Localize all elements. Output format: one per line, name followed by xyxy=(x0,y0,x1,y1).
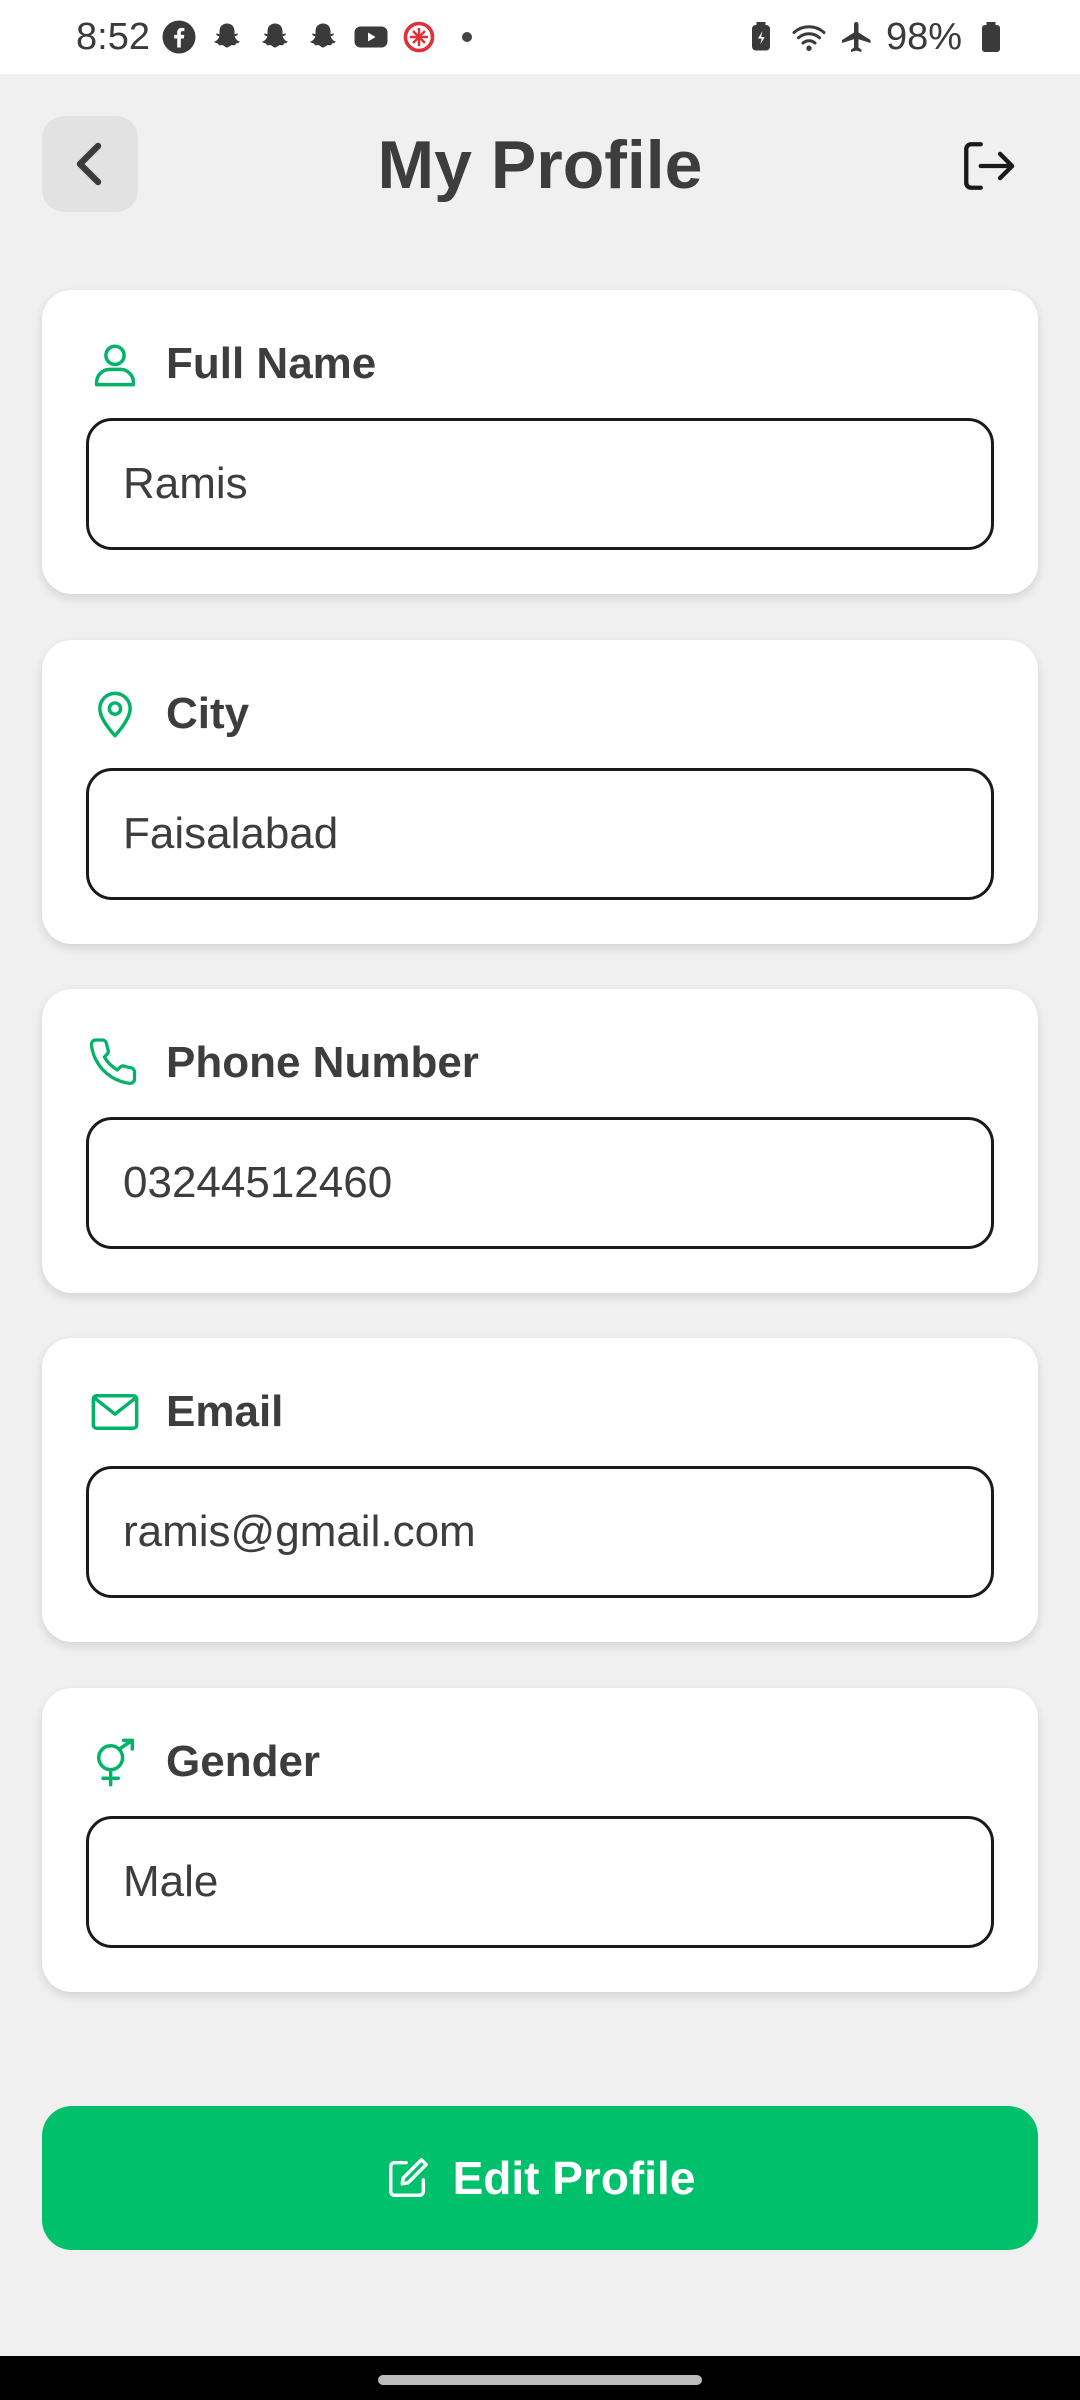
wifi-icon xyxy=(790,18,828,56)
edit-profile-button[interactable]: Edit Profile xyxy=(42,2106,1038,2250)
person-icon xyxy=(88,337,142,391)
gender-field[interactable]: Male xyxy=(86,1816,994,1948)
facebook-icon xyxy=(160,18,198,56)
phone-card: Phone Number 03244512460 xyxy=(42,989,1038,1293)
status-time: 8:52 xyxy=(76,15,150,58)
city-label: City xyxy=(166,689,250,738)
city-field[interactable]: Faisalabad xyxy=(86,768,994,900)
edit-icon xyxy=(388,2158,428,2197)
snapchat-icon xyxy=(256,18,294,56)
battery-percent: 98% xyxy=(885,15,962,58)
header: My Profile xyxy=(42,116,1038,214)
battery-icon xyxy=(972,18,1010,56)
gender-label: Gender xyxy=(166,1737,321,1786)
phone-field[interactable]: 03244512460 xyxy=(86,1117,994,1249)
phone-label: Phone Number xyxy=(166,1038,479,1087)
navigation-bar xyxy=(0,2356,1080,2400)
city-label-row: City xyxy=(88,684,249,744)
app-icon xyxy=(400,18,438,56)
snapchat-icon xyxy=(304,18,342,56)
status-right: 98% xyxy=(742,16,1010,59)
logout-icon xyxy=(964,142,1015,190)
phone-icon xyxy=(88,1036,142,1090)
home-handle[interactable] xyxy=(378,2375,702,2385)
youtube-icon xyxy=(352,18,390,56)
phone-label-row: Phone Number xyxy=(88,1033,479,1093)
snapchat-icon xyxy=(208,18,246,56)
email-label: Email xyxy=(166,1387,284,1436)
full-name-label-row: Full Name xyxy=(88,334,376,394)
full-name-field[interactable]: Ramis xyxy=(86,418,994,550)
gender-card: Gender Male xyxy=(42,1688,1038,1992)
email-card: Email ramis@gmail.com xyxy=(42,1338,1038,1642)
city-card: City Faisalabad xyxy=(42,640,1038,944)
notification-dot xyxy=(461,32,472,42)
status-left: 8:52 xyxy=(76,16,472,59)
airplane-icon xyxy=(838,18,876,56)
email-label-row: Email xyxy=(88,1382,283,1442)
battery-saver-icon xyxy=(742,18,780,56)
page-title: My Profile xyxy=(377,127,703,203)
logout-button[interactable] xyxy=(958,136,1018,196)
email-field[interactable]: ramis@gmail.com xyxy=(86,1466,994,1598)
edit-profile-label: Edit Profile xyxy=(452,2152,696,2204)
gender-icon xyxy=(88,1735,142,1789)
full-name-label: Full Name xyxy=(166,339,377,388)
status-bar: 8:52 98% xyxy=(0,0,1080,74)
mail-icon xyxy=(88,1385,142,1439)
full-name-card: Full Name Ramis xyxy=(42,290,1038,594)
location-pin-icon xyxy=(88,687,142,741)
gender-label-row: Gender xyxy=(88,1732,320,1792)
